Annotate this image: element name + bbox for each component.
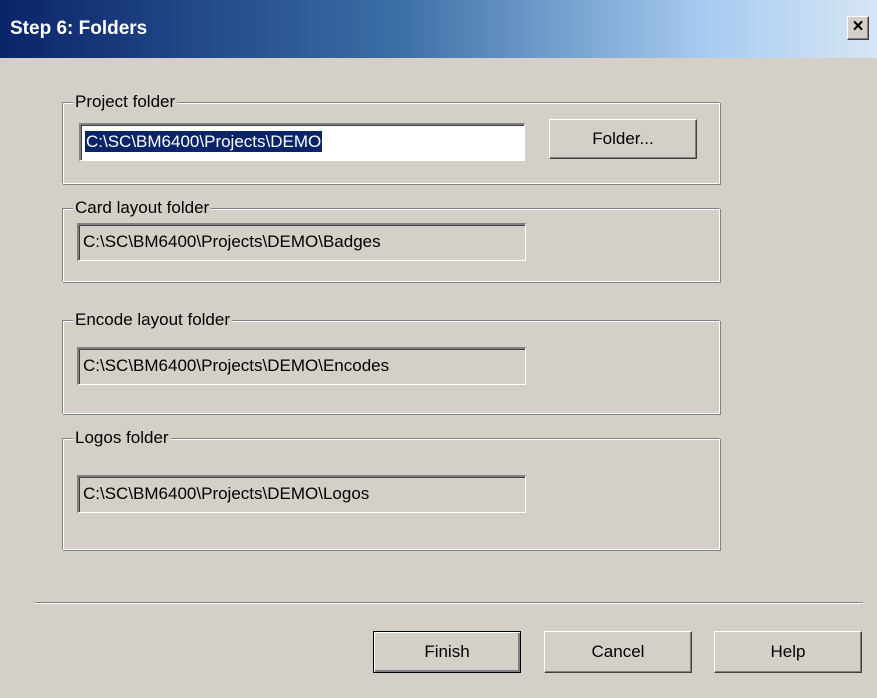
card-layout-folder-value: C:\SC\BM6400\Projects\DEMO\Badges xyxy=(83,232,381,251)
wizard-dialog: Step 6: Folders × Project folder C:\SC\B… xyxy=(0,0,877,698)
card-layout-folder-label: Card layout folder xyxy=(73,198,212,218)
project-folder-group: Project folder C:\SC\BM6400\Projects\DEM… xyxy=(62,92,720,184)
project-folder-input[interactable]: C:\SC\BM6400\Projects\DEMO xyxy=(79,123,525,161)
logos-folder-group: Logos folder C:\SC\BM6400\Projects\DEMO\… xyxy=(62,428,720,550)
encode-layout-folder-field: C:\SC\BM6400\Projects\DEMO\Encodes xyxy=(77,347,526,385)
footer-separator xyxy=(35,602,863,604)
finish-label: Finish xyxy=(424,642,470,661)
card-layout-folder-group: Card layout folder C:\SC\BM6400\Projects… xyxy=(62,198,720,282)
logos-folder-label: Logos folder xyxy=(73,428,171,448)
finish-button[interactable]: Finish xyxy=(373,631,521,673)
encode-layout-folder-value: C:\SC\BM6400\Projects\DEMO\Encodes xyxy=(83,356,390,375)
close-icon: × xyxy=(852,16,864,37)
logos-folder-field: C:\SC\BM6400\Projects\DEMO\Logos xyxy=(77,475,526,513)
logos-folder-value: C:\SC\BM6400\Projects\DEMO\Logos xyxy=(83,484,370,503)
title-bar: Step 6: Folders × xyxy=(0,0,877,58)
dialog-title: Step 6: Folders xyxy=(10,18,148,39)
project-folder-value: C:\SC\BM6400\Projects\DEMO xyxy=(85,131,323,152)
card-layout-folder-field: C:\SC\BM6400\Projects\DEMO\Badges xyxy=(77,223,526,261)
folder-browse-label: Folder... xyxy=(592,129,654,148)
project-folder-label: Project folder xyxy=(73,92,178,112)
encode-layout-folder-label: Encode layout folder xyxy=(73,310,232,330)
help-label: Help xyxy=(770,642,806,661)
close-button[interactable]: × xyxy=(847,16,869,40)
folder-browse-button[interactable]: Folder... xyxy=(549,119,697,159)
cancel-button[interactable]: Cancel xyxy=(544,631,692,673)
encode-layout-folder-group: Encode layout folder C:\SC\BM6400\Projec… xyxy=(62,310,720,414)
cancel-label: Cancel xyxy=(591,642,645,661)
help-button[interactable]: Help xyxy=(714,631,862,673)
